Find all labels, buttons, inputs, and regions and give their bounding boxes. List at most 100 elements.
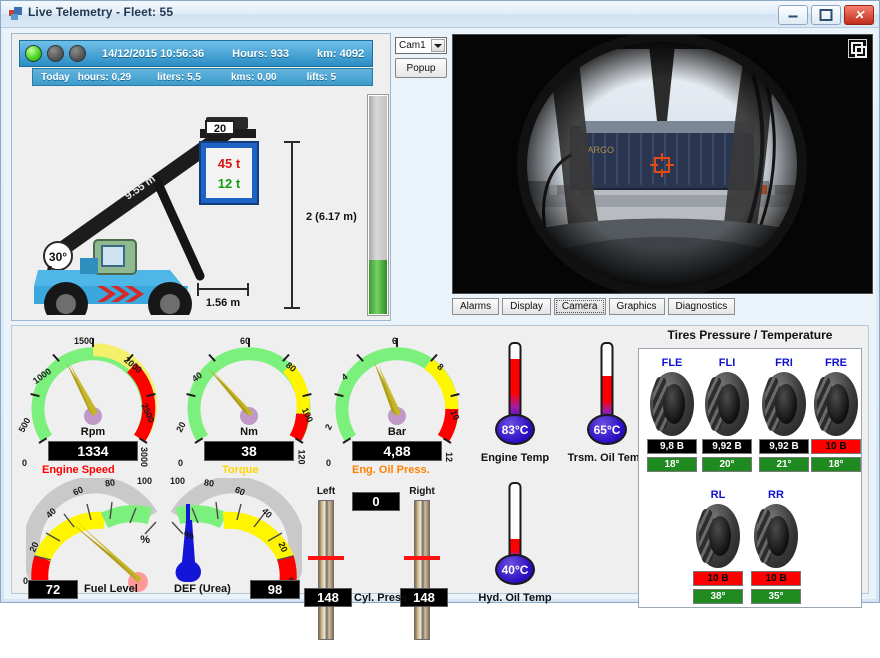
tire-icon — [650, 372, 694, 436]
instruments-panel: 0 500 1000 1500 2000 2500 3000 Rpm 1334 … — [11, 325, 869, 594]
tire-FRI-pressure: 9,92 B — [759, 439, 809, 454]
tire-RL-temp: 38° — [693, 589, 743, 604]
tire-FRI-temp: 21° — [759, 457, 809, 472]
distance-label: 1.56 m — [206, 297, 240, 309]
tire-FRI-name: FRI — [759, 357, 809, 369]
tire-RL-pressure: 10 B — [693, 571, 743, 586]
gauge-fuel-level-unit: % — [140, 534, 150, 546]
status-bar: 14/12/2015 10:56:36 Hours: 933 km: 4092 — [19, 40, 373, 67]
tire-FLI[interactable]: FLI 9,92 B 20° — [702, 357, 752, 472]
cylinder-left: Left — [316, 488, 336, 658]
tire-RR[interactable]: RR 10 B 35° — [751, 489, 801, 604]
popup-button[interactable]: Popup — [395, 58, 447, 78]
thermometer-hyd-oil-temp-caption: Hyd. Oil Temp — [478, 592, 551, 604]
tire-RR-temp: 35° — [751, 589, 801, 604]
tire-RL[interactable]: RL 10 B 38° — [693, 489, 743, 604]
tire-icon — [696, 504, 740, 568]
camera-view[interactable]: CARGO — [452, 34, 873, 294]
status-lamp-3 — [69, 45, 86, 62]
gauge-def-urea-caption: DEF (Urea) — [174, 583, 231, 595]
height-label: 2 (6.17 m) — [306, 211, 357, 223]
status-lamp-1 — [25, 45, 42, 62]
gauge-engine-speed-caption: Engine Speed — [42, 464, 115, 476]
gauge-torque-unit: Nm — [240, 426, 258, 438]
container-size-label: 20 — [214, 123, 226, 135]
thermometer-trsm-oil-temp-value: 65°C — [587, 414, 627, 445]
thermometer-hyd-oil-temp-value: 40°C — [495, 554, 535, 585]
machine-diagram: 9.55 m 30° — [20, 90, 360, 315]
close-button[interactable]: ✕ — [844, 5, 874, 25]
gauge-def-urea-unit: % — [184, 530, 194, 542]
boom-angle-label: 30° — [49, 250, 67, 264]
camera-select[interactable]: Cam1 — [395, 37, 447, 54]
thermometer-engine-temp-value: 83°C — [495, 414, 535, 445]
status-km: km: 4092 — [317, 48, 364, 60]
tire-FLE[interactable]: FLE 9,8 B 18° — [647, 357, 697, 472]
load-bar-fill — [369, 260, 387, 315]
tire-RL-name: RL — [693, 489, 743, 501]
gauge-fuel-level-value: 72 — [28, 580, 78, 599]
gauge-fuel-level: 0 20 40 60 80 100 % 72 Fuel Level — [26, 478, 166, 598]
camera-panel: Cam1 Popup — [394, 33, 874, 321]
tire-FRE-name: FRE — [811, 357, 861, 369]
client-area: 14/12/2015 10:56:36 Hours: 933 km: 4092 … — [4, 29, 876, 599]
tires-panel-title: Tires Pressure / Temperature — [638, 328, 862, 342]
cylinder-pressure-group: Left Right 0 148 148 Cyl. Press — [308, 482, 448, 602]
restore-window-icon[interactable] — [848, 39, 867, 58]
minimize-button[interactable] — [778, 5, 808, 25]
camera-select-value: Cam1 — [396, 40, 426, 51]
status-lamp-2 — [47, 45, 64, 62]
today-hours: hours: 0,29 — [78, 72, 131, 83]
cylinder-pressure-caption: Cyl. Press — [354, 592, 407, 604]
title-bar: Live Telemetry - Fleet: 55 ✕ — [1, 1, 879, 28]
today-bar: Today hours: 0,29 liters: 5,5 kms: 0,00 … — [32, 68, 373, 86]
close-icon: ✕ — [854, 9, 864, 21]
app-window: Live Telemetry - Fleet: 55 ✕ 14/12/2015 … — [0, 0, 880, 603]
gauge-torque-value: 38 — [204, 441, 294, 461]
gauge-engine-oil-pressure: 0 2 4 6 8 10 12 Bar 4,88 Eng. Oil Press. — [330, 338, 464, 472]
tab-alarms[interactable]: Alarms — [452, 298, 499, 315]
tires-box: FLE 9,8 B 18° FLI 9,92 B 20° — [638, 348, 862, 608]
tire-RR-pressure: 10 B — [751, 571, 801, 586]
tab-camera[interactable]: Camera — [554, 298, 606, 315]
tire-FRI[interactable]: FRI 9,92 B 21° — [759, 357, 809, 472]
gauge-engine-speed: 0 500 1000 1500 2000 2500 3000 Rpm 1334 … — [26, 338, 160, 472]
cylinder-right: Right — [412, 488, 432, 658]
reachstacker-svg: 9.55 m 30° — [20, 90, 360, 315]
tire-FRE-pressure: 10 B — [811, 439, 861, 454]
machine-panel: 14/12/2015 10:56:36 Hours: 933 km: 4092 … — [11, 33, 391, 321]
container-weight-label: 12 t — [218, 176, 241, 191]
cylinder-right-marker — [404, 556, 440, 560]
tire-FLE-temp: 18° — [647, 457, 697, 472]
tab-display[interactable]: Display — [502, 298, 551, 315]
gauge-fuel-level-caption: Fuel Level — [84, 583, 138, 595]
camera-image: CARGO — [453, 35, 872, 293]
cylinder-left-value: 148 — [304, 588, 352, 607]
gauge-torque-caption: Torque — [222, 464, 258, 476]
tab-diagnostics[interactable]: Diagnostics — [668, 298, 736, 315]
gauge-engine-speed-value: 1334 — [48, 441, 138, 461]
tire-icon — [754, 504, 798, 568]
cylinder-center-value: 0 — [352, 492, 400, 511]
today-lifts: lifts: 5 — [307, 72, 336, 83]
tab-graphics[interactable]: Graphics — [609, 298, 665, 315]
tire-FLI-pressure: 9,92 B — [702, 439, 752, 454]
gauge-torque: 0 20 40 60 80 100 120 Nm 38 Torque — [182, 338, 316, 472]
tire-FRE[interactable]: FRE 10 B 18° — [811, 357, 861, 472]
thermometer-hyd-oil-temp: 40°C Hyd. Oil Temp — [480, 482, 550, 612]
app-icon — [9, 7, 23, 21]
thermometer-trsm-oil-temp: 65°C Trsm. Oil Temp — [572, 342, 642, 472]
window-controls: ✕ — [778, 5, 874, 25]
status-datetime: 14/12/2015 10:56:36 — [102, 48, 204, 60]
tire-icon — [814, 372, 858, 436]
tire-icon — [762, 372, 806, 436]
gauge-engine-speed-unit: Rpm — [81, 426, 105, 438]
gauge-engine-oil-pressure-unit: Bar — [388, 426, 406, 438]
thermometer-engine-temp: 83°C Engine Temp — [480, 342, 550, 472]
tires-panel: Tires Pressure / Temperature FLE 9,8 B 1… — [638, 340, 862, 608]
maximize-button[interactable] — [811, 5, 841, 25]
tire-FRE-temp: 18° — [811, 457, 861, 472]
window-title: Live Telemetry - Fleet: 55 — [28, 5, 173, 19]
today-liters: liters: 5,5 — [157, 72, 201, 83]
tire-icon — [705, 372, 749, 436]
